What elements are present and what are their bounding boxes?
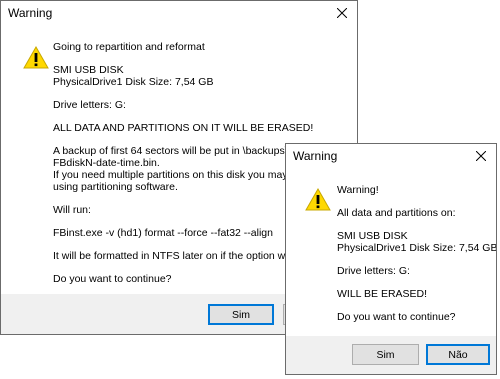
title-bar[interactable]: Warning (286, 144, 496, 167)
command-line: FBinst.exe -v (hd1) format --force --fat… (53, 227, 273, 239)
erase-warning: ALL DATA AND PARTITIONS ON IT WILL BE ER… (53, 122, 314, 134)
erase-warning: WILL BE ERASED! (337, 288, 428, 300)
no-button[interactable]: Não (426, 344, 490, 365)
yes-button[interactable]: Sim (352, 344, 419, 365)
warning-icon (23, 46, 49, 69)
message-line: All data and partitions on: (337, 207, 456, 219)
dialog-title: Warning (8, 6, 53, 20)
warning-icon (305, 188, 331, 211)
dialog-body: Warning! All data and partitions on: SMI… (286, 167, 496, 336)
continue-question: Do you want to continue? (53, 273, 172, 285)
partition-note: using partitioning software. (53, 181, 178, 193)
no-button-label: Não (448, 348, 468, 361)
device-name: SMI USB DISK (53, 64, 124, 76)
warning-dialog-front: Warning Warning! All data and partitions… (285, 143, 497, 375)
title-bar[interactable]: Warning (1, 1, 357, 24)
device-info: PhysicalDrive1 Disk Size: 7,54 GB (53, 76, 214, 88)
continue-question: Do you want to continue? (337, 311, 456, 323)
drive-letters: Drive letters: G: (337, 265, 410, 277)
device-info: PhysicalDrive1 Disk Size: 7,54 GB (337, 242, 497, 254)
yes-button-label: Sim (376, 348, 395, 361)
yes-button[interactable]: Sim (208, 304, 274, 325)
yes-button-label: Sim (231, 308, 251, 321)
backup-note: A backup of first 64 sectors will be put… (53, 145, 302, 157)
message-line: Going to repartition and reformat (53, 41, 205, 53)
drive-letters: Drive letters: G: (53, 99, 126, 111)
device-name: SMI USB DISK (337, 230, 408, 242)
close-icon[interactable] (466, 144, 496, 167)
backup-note: FBdiskN-date-time.bin. (53, 157, 160, 169)
close-icon[interactable] (327, 1, 357, 24)
warning-heading: Warning! (337, 184, 379, 196)
button-bar: Sim Não (286, 336, 496, 374)
will-run-label: Will run: (53, 204, 91, 216)
dialog-title: Warning (293, 149, 338, 163)
partition-note: If you need multiple partitions on this … (53, 169, 323, 181)
